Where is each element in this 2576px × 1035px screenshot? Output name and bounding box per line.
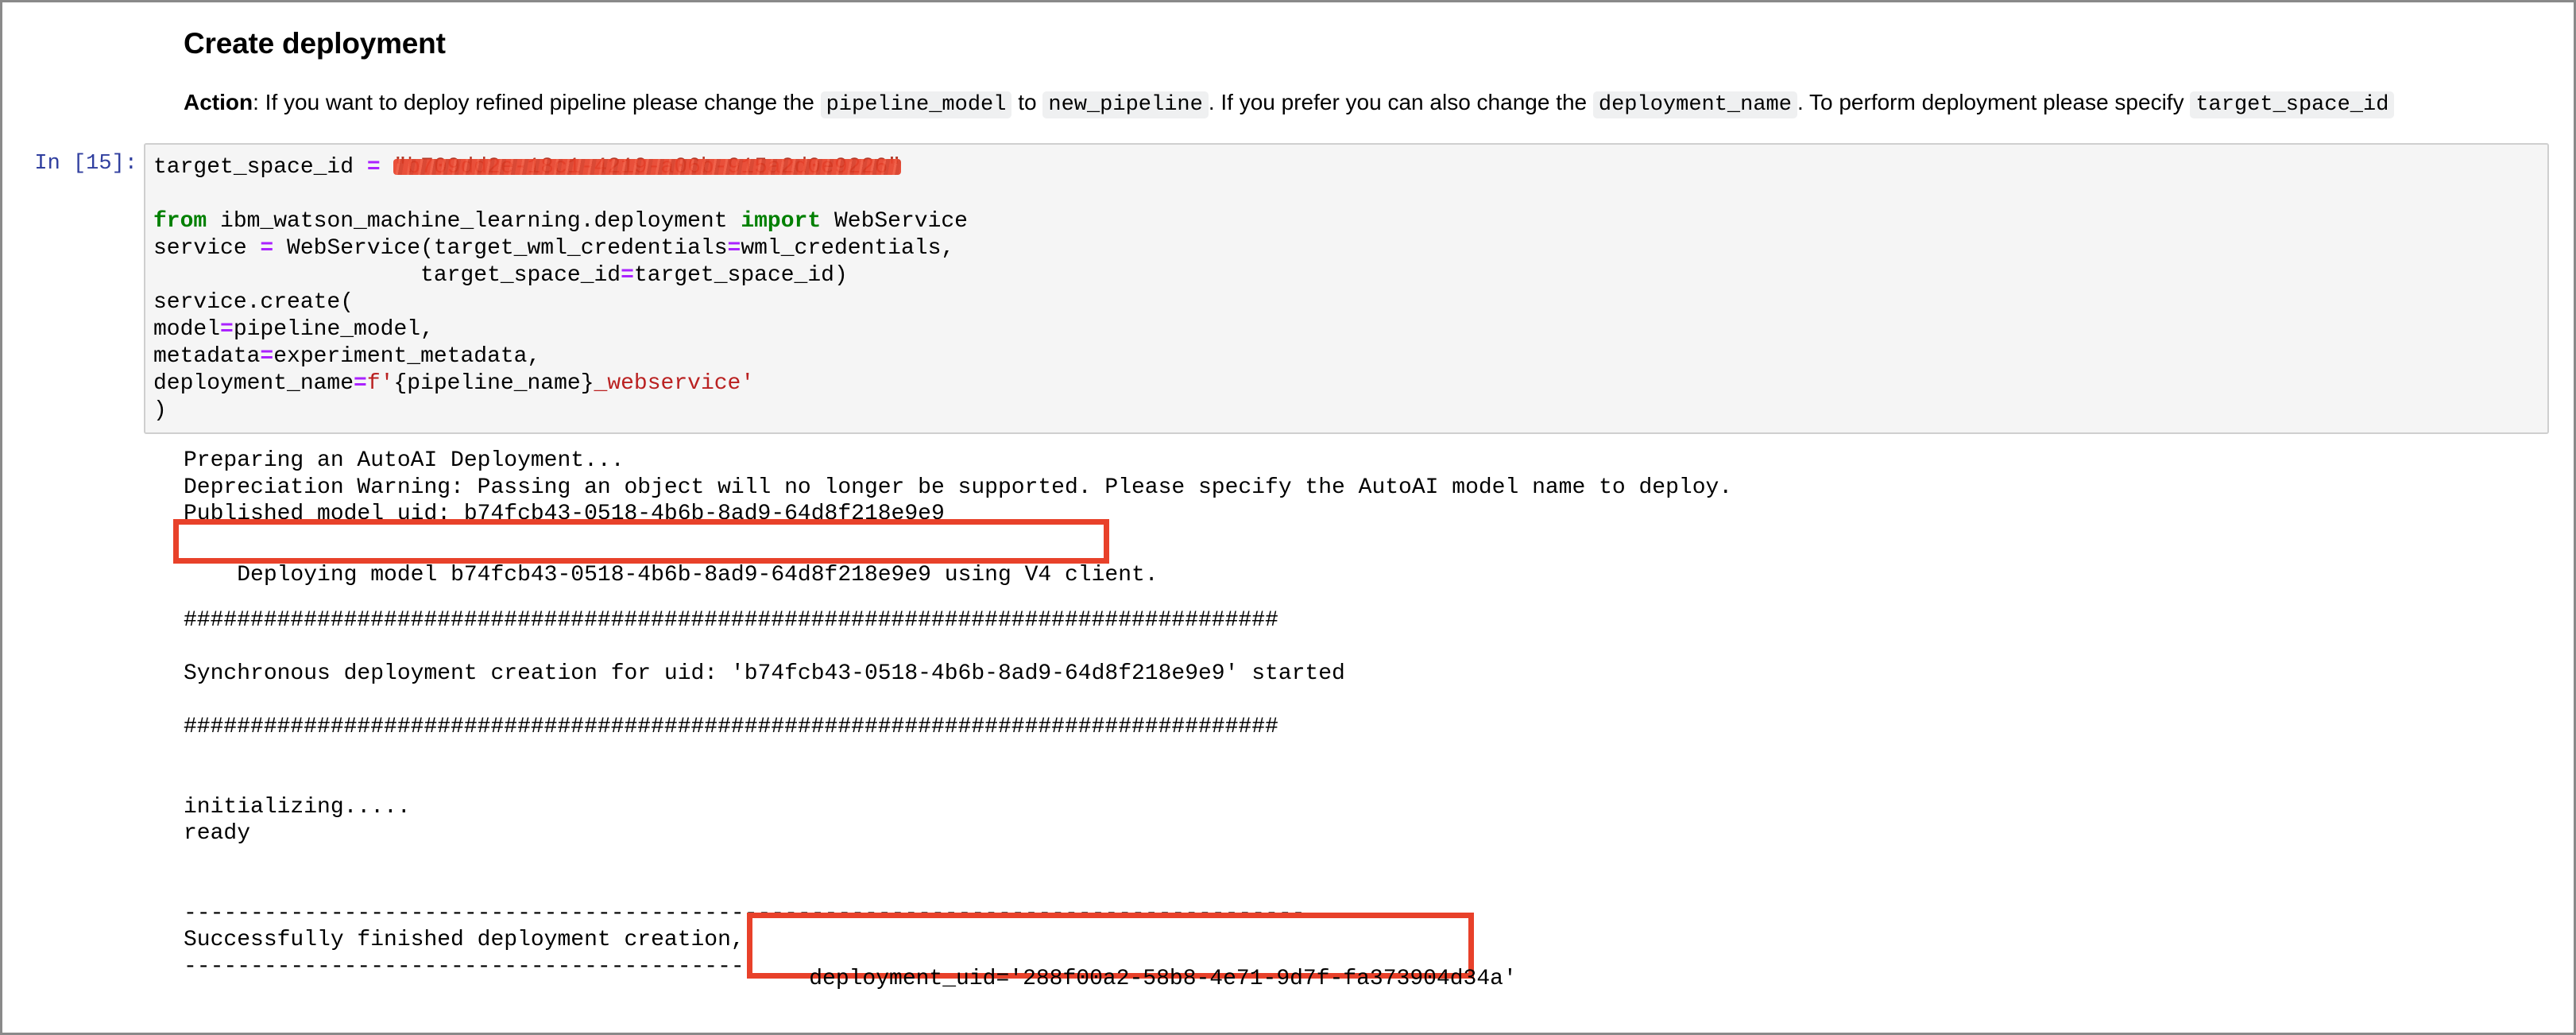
code-string: f'	[366, 371, 394, 396]
section-heading: Create deployment	[184, 27, 446, 60]
code-token: {pipeline_name}	[393, 371, 594, 396]
code-token: target_space_id	[153, 155, 367, 180]
code-token: target_space_id	[153, 263, 621, 288]
code-editor[interactable]: target_space_id = "b709dd2e-18c1-4219-a0…	[153, 154, 968, 424]
code-token: deployment_name	[153, 371, 354, 396]
code-token: wml_credentials,	[741, 236, 955, 261]
code-token: ibm_watson_machine_learning.deployment	[207, 209, 741, 234]
code-token: service.create(	[153, 290, 354, 315]
redacted-value: "b709dd2e-18c1-4219-a06b-915a2d0e9226"	[393, 155, 901, 180]
code-token: WebService(target_wml_credentials	[273, 236, 728, 261]
code-operator: =	[260, 344, 274, 369]
inline-code: new_pipeline	[1042, 91, 1209, 118]
code-line: deployment_name=f'{pipeline_name}_webser…	[153, 370, 968, 397]
code-token: model	[153, 317, 221, 342]
action-paragraph: Action: If you want to deploy refined pi…	[184, 83, 2526, 124]
code-line: )	[153, 397, 968, 424]
code-string: _webservice'	[594, 371, 755, 396]
code-line: model=pipeline_model,	[153, 316, 968, 343]
code-token: service	[153, 236, 261, 261]
cell-prompt: In [15]:	[34, 152, 137, 176]
code-line: target_space_id = "b709dd2e-18c1-4219-a0…	[153, 154, 968, 181]
output-line: Depreciation Warning: Passing an object …	[184, 475, 1733, 500]
action-text: : If you want to deploy refined pipeline…	[253, 90, 2395, 118]
code-operator: =	[354, 371, 367, 396]
action-text-segment: : If you want to deploy refined pipeline…	[253, 90, 821, 114]
code-line: service.create(	[153, 289, 968, 316]
deployment-uid-text: deployment_uid='288f00a2-58b8-4e71-9d7f-…	[809, 967, 1517, 991]
inline-code: deployment_name	[1592, 91, 1797, 118]
code-cell[interactable]: target_space_id = "b709dd2e-18c1-4219-a0…	[144, 143, 2549, 434]
code-token: metadata	[153, 344, 261, 369]
code-operator: =	[621, 263, 634, 288]
inline-code: target_space_id	[2190, 91, 2395, 118]
code-line: target_space_id=target_space_id)	[153, 262, 968, 289]
code-token: WebService	[821, 209, 968, 234]
output-line: ########################################…	[184, 608, 1278, 633]
code-keyword: from	[153, 209, 207, 234]
code-operator: =	[260, 236, 274, 261]
code-line: metadata=experiment_metadata,	[153, 343, 968, 370]
code-token: target_space_id)	[633, 263, 848, 288]
code-line: service = WebService(target_wml_credenti…	[153, 235, 968, 262]
highlight-deploying-model: Deploying model b74fcb43-0518-4b6b-8ad9-…	[173, 519, 1158, 587]
code-operator: =	[220, 317, 234, 342]
action-text-segment: to	[1011, 90, 1043, 114]
action-text-segment: . To perform deployment please specify	[1797, 90, 2191, 114]
code-keyword: import	[741, 209, 822, 234]
highlight-deployment-uid: deployment_uid='288f00a2-58b8-4e71-9d7f-…	[747, 913, 1517, 991]
action-text-segment: . If you prefer you can also change the	[1208, 90, 1593, 114]
code-token: experiment_metadata,	[273, 344, 541, 369]
output-line: initializing.....	[184, 794, 411, 820]
markdown-cell: Create deployment Action: If you want to…	[184, 23, 2526, 124]
notebook-frame: Create deployment Action: If you want to…	[0, 0, 2576, 1035]
code-operator: =	[727, 236, 741, 261]
output-line: Preparing an AutoAI Deployment...	[184, 448, 625, 473]
code-operator: =	[366, 155, 381, 180]
action-label: Action	[184, 90, 253, 114]
output-line: ########################################…	[184, 715, 1278, 739]
code-token: )	[153, 398, 167, 423]
code-line: from ibm_watson_machine_learning.deploym…	[153, 208, 968, 235]
inline-code: pipeline_model	[820, 91, 1012, 118]
output-line: ready	[184, 821, 251, 846]
code-token: pipeline_model,	[233, 317, 434, 342]
deploying-model-line: Deploying model b74fcb43-0518-4b6b-8ad9-…	[237, 563, 1158, 587]
output-line: Synchronous deployment creation for uid:…	[184, 661, 1345, 686]
